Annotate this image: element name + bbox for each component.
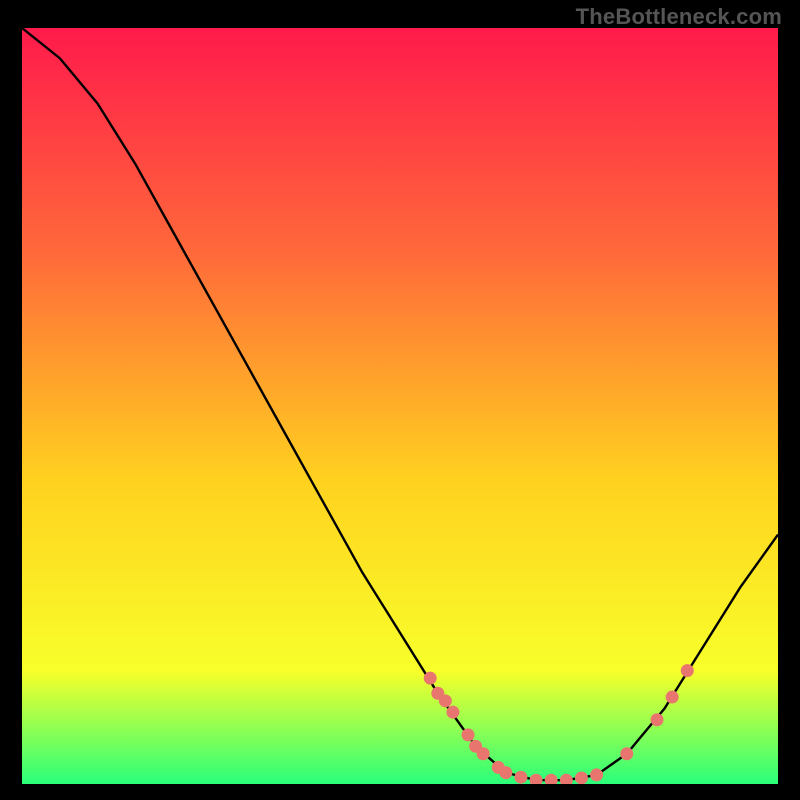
- curve-marker: [514, 771, 527, 784]
- curve-marker: [462, 728, 475, 741]
- curve-marker: [575, 771, 588, 784]
- curve-marker: [424, 672, 437, 685]
- plot-area: [22, 28, 778, 784]
- curve-marker: [620, 747, 633, 760]
- curve-marker: [446, 706, 459, 719]
- watermark-text: TheBottleneck.com: [576, 4, 782, 30]
- curve-marker: [499, 766, 512, 779]
- chart-container: TheBottleneck.com: [0, 0, 800, 800]
- curve-marker: [590, 768, 603, 781]
- curve-marker: [477, 747, 490, 760]
- curve-marker: [651, 713, 664, 726]
- curve-marker: [681, 664, 694, 677]
- curve-marker: [439, 694, 452, 707]
- chart-svg: [22, 28, 778, 784]
- curve-marker: [666, 691, 679, 704]
- gradient-background: [22, 28, 778, 784]
